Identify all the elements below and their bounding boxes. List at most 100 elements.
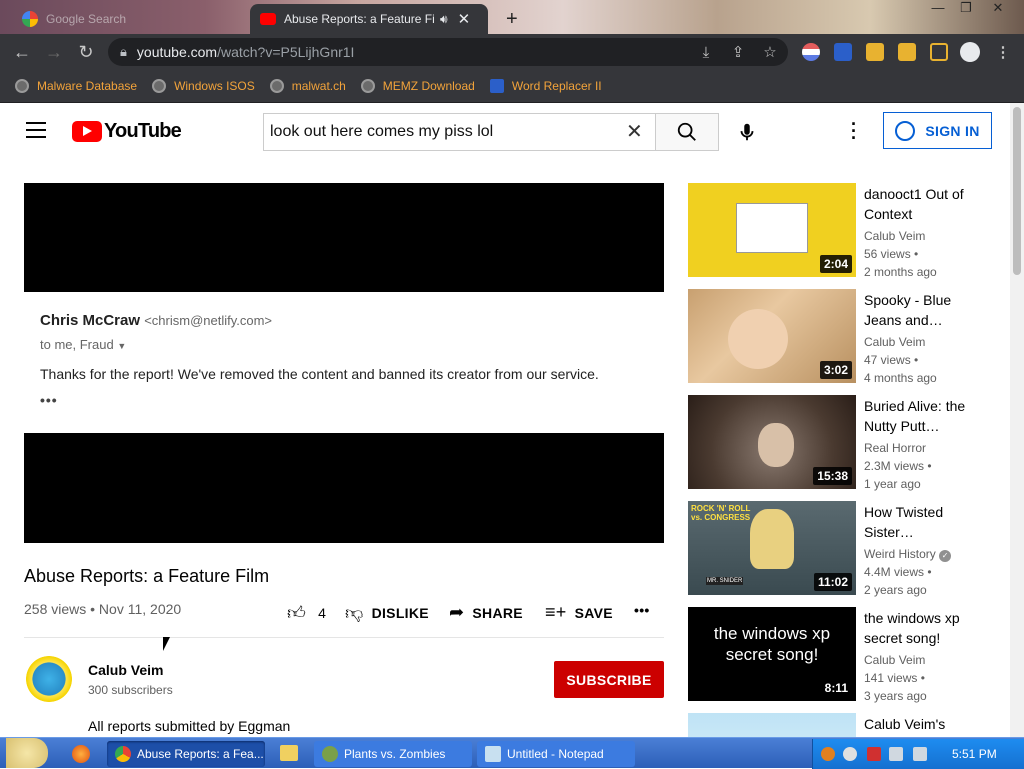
notepad-icon bbox=[485, 746, 501, 762]
firefox-icon[interactable] bbox=[72, 745, 90, 763]
tab-google-search[interactable]: Google Search bbox=[12, 4, 242, 34]
extension-flag-icon[interactable] bbox=[802, 43, 820, 61]
speaker-icon[interactable]: 🔊︎ bbox=[440, 12, 448, 27]
new-tab-button[interactable]: + bbox=[496, 4, 524, 34]
taskbar-item-plants-vs-zombies[interactable]: Plants vs. Zombies bbox=[314, 741, 472, 767]
related-age: 1 year ago bbox=[864, 477, 921, 491]
video-thumbnail[interactable]: the windows xp secret song! 8:11 bbox=[688, 607, 856, 701]
alert-tray-icon[interactable] bbox=[867, 747, 881, 761]
share-label: SHARE bbox=[472, 604, 523, 621]
restore-icon[interactable]: ❐ bbox=[954, 0, 978, 20]
related-title[interactable]: How Twisted Sister… bbox=[864, 502, 972, 542]
page-scrollbar[interactable] bbox=[1010, 103, 1024, 737]
bookmark-label: Malware Database bbox=[37, 79, 138, 93]
related-channel: Weird History ✓ bbox=[864, 547, 952, 562]
channel-name[interactable]: Calub Veim bbox=[88, 662, 163, 678]
install-icon[interactable]: ⤓ bbox=[697, 44, 715, 62]
related-title[interactable]: Spooky - Blue Jeans and… bbox=[864, 290, 972, 330]
url-path: /watch?v=P5LijhGnr1I bbox=[217, 44, 355, 60]
taskbar-clock[interactable]: 5:51 PM bbox=[952, 747, 997, 761]
related-title[interactable]: Calub Veim's bbox=[864, 714, 972, 734]
share-icon[interactable]: ⇪ bbox=[729, 44, 747, 62]
close-window-icon[interactable]: ✕ bbox=[986, 0, 1010, 20]
video-player[interactable]: Chris McCraw <chrism@netlify.com> to me,… bbox=[24, 183, 664, 543]
back-icon[interactable]: ← bbox=[6, 36, 38, 68]
related-video[interactable]: 2:04 danooct1 Out of Context Calub Veim … bbox=[688, 183, 998, 283]
related-age: 2 years ago bbox=[864, 583, 927, 597]
network-tray-icon[interactable] bbox=[889, 747, 903, 761]
bookmark-malware-database[interactable]: Malware Database bbox=[15, 79, 137, 93]
related-channel: Calub Veim bbox=[864, 229, 926, 243]
related-video[interactable]: ROCK 'N' ROLL vs. CONGRESS MR. SNIDER 11… bbox=[688, 501, 998, 601]
logo-text: YouTube bbox=[104, 120, 182, 142]
related-video[interactable]: the windows xp secret song! 8:11 the win… bbox=[688, 607, 998, 707]
related-video[interactable]: 15:38 Buried Alive: the Nutty Putt… Real… bbox=[688, 395, 998, 495]
minimize-icon[interactable]: — bbox=[926, 0, 950, 20]
related-channel: Real Horror bbox=[864, 441, 927, 455]
browser-menu-icon[interactable]: ⋮ bbox=[994, 44, 1012, 62]
media-control-icon[interactable] bbox=[898, 43, 916, 61]
profile-avatar-icon[interactable] bbox=[960, 42, 980, 62]
scrollbar-thumb[interactable] bbox=[1013, 107, 1021, 275]
video-thumbnail[interactable]: 15:38 bbox=[688, 395, 856, 489]
thumbnail-window-graphic bbox=[736, 203, 808, 253]
video-thumbnail[interactable]: ROCK 'N' ROLL vs. CONGRESS MR. SNIDER 11… bbox=[688, 501, 856, 595]
bookmark-windows-isos[interactable]: Windows ISOS bbox=[152, 79, 255, 93]
related-title[interactable]: Buried Alive: the Nutty Putt… bbox=[864, 396, 972, 436]
youtube-logo[interactable]: YouTube bbox=[72, 120, 182, 143]
side-panel-icon[interactable] bbox=[930, 43, 948, 61]
more-actions-button[interactable]: ••• bbox=[634, 602, 650, 618]
bookmark-star-icon[interactable]: ☆ bbox=[761, 44, 779, 62]
subscribe-button[interactable]: SUBSCRIBE bbox=[554, 661, 664, 698]
channel-avatar[interactable] bbox=[26, 656, 72, 702]
save-button[interactable]: ≡+ SAVE bbox=[545, 602, 613, 623]
thumbs-down-icon: 👎︎ bbox=[345, 603, 364, 623]
browser-tab-strip: Google Search Abuse Reports: a Feature F… bbox=[0, 0, 1024, 34]
bookmark-memz-download[interactable]: MEMZ Download bbox=[360, 79, 475, 93]
chat-tray-icon[interactable] bbox=[843, 747, 857, 761]
forward-icon[interactable]: → bbox=[38, 36, 70, 68]
volume-tray-icon[interactable] bbox=[913, 747, 927, 761]
related-video[interactable]: Calub Veim's bbox=[688, 713, 998, 737]
url-host: youtube.com bbox=[136, 44, 218, 60]
start-button[interactable] bbox=[6, 738, 48, 768]
thumbnail-figure-graphic bbox=[728, 309, 788, 369]
taskbar-item-label: Untitled - Notepad bbox=[507, 747, 604, 761]
video-thumbnail[interactable]: 2:04 bbox=[688, 183, 856, 277]
search-button[interactable] bbox=[655, 113, 719, 151]
search-input[interactable]: look out here comes my piss lol bbox=[263, 113, 656, 151]
related-age: 4 months ago bbox=[864, 371, 937, 385]
video-duration: 15:38 bbox=[813, 467, 852, 485]
share-button[interactable]: ➦ SHARE bbox=[449, 602, 523, 623]
extensions-puzzle-icon[interactable] bbox=[866, 43, 884, 61]
hamburger-menu-icon[interactable] bbox=[26, 122, 46, 138]
reload-icon[interactable]: ↻ bbox=[70, 36, 102, 68]
related-views: 4.4M views • bbox=[864, 565, 932, 579]
chevron-down-icon: ▼ bbox=[117, 341, 127, 351]
related-title[interactable]: the windows xp secret song! bbox=[864, 608, 972, 648]
address-bar[interactable]: 🔒︎ youtube.com/watch?v=P5LijhGnr1I bbox=[108, 38, 788, 66]
bookmark-label: Word Replacer II bbox=[511, 79, 602, 93]
tab-close-icon[interactable]: ✕ bbox=[458, 10, 471, 28]
search-tray-icon[interactable] bbox=[821, 747, 835, 761]
dislike-button[interactable]: 👎︎ DISLIKE bbox=[345, 602, 429, 624]
clear-search-icon[interactable]: ✕ bbox=[626, 122, 643, 142]
microphone-icon[interactable] bbox=[736, 120, 758, 144]
video-thumbnail[interactable]: 3:02 bbox=[688, 289, 856, 383]
bookmark-malwatch[interactable]: malwat.ch bbox=[269, 79, 346, 93]
thumbs-up-icon: 👍︎ bbox=[287, 603, 307, 623]
bookmark-word-replacer[interactable]: Word Replacer II bbox=[489, 79, 602, 93]
video-thumbnail[interactable] bbox=[688, 713, 856, 737]
tab-abuse-reports[interactable]: Abuse Reports: a Feature Fil 🔊︎ ✕ bbox=[250, 4, 488, 34]
related-video[interactable]: 3:02 Spooky - Blue Jeans and… Calub Veim… bbox=[688, 289, 998, 389]
extension-word-icon[interactable] bbox=[834, 43, 852, 61]
folder-icon[interactable] bbox=[280, 745, 298, 761]
related-title[interactable]: danooct1 Out of Context bbox=[864, 184, 972, 224]
settings-more-icon[interactable]: · · · bbox=[846, 115, 862, 147]
taskbar-item-chrome[interactable]: Abuse Reports: a Fea... bbox=[107, 741, 265, 767]
taskbar-item-notepad[interactable]: Untitled - Notepad bbox=[477, 741, 635, 767]
playlist-add-icon: ≡+ bbox=[545, 602, 567, 622]
sign-in-button[interactable]: SIGN IN bbox=[883, 112, 992, 149]
channel-label: Weird History bbox=[864, 547, 936, 561]
like-button[interactable]: 👍︎ 4 bbox=[287, 602, 326, 624]
